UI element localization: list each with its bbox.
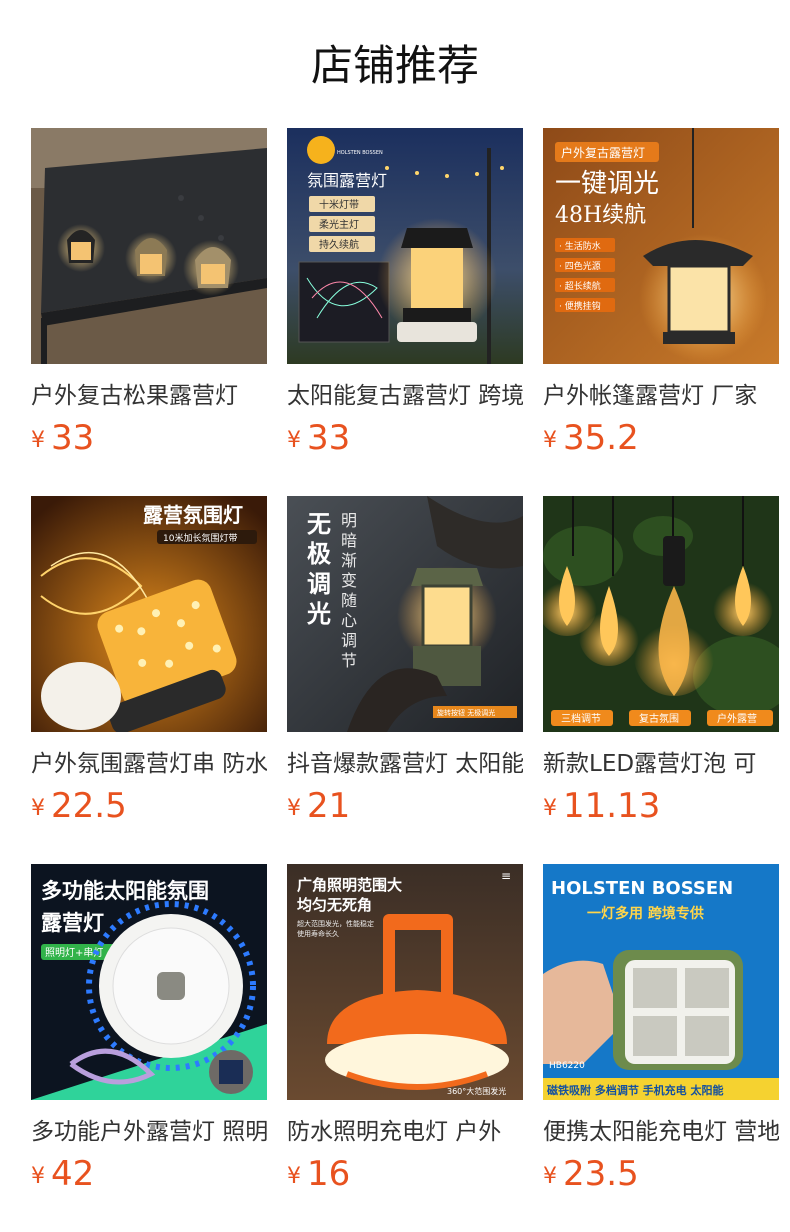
- overlay-text: · 超长续航: [559, 280, 601, 292]
- product-name[interactable]: 户外帐篷露营灯 厂家: [543, 380, 779, 412]
- product-name[interactable]: 太阳能复古露营灯 跨境: [287, 380, 523, 412]
- currency-symbol: ¥: [31, 1164, 45, 1189]
- product-card[interactable]: 户外复古露营灯 一键调光 48H续航 · 生活防水 · 四色光源 · 超长续航 …: [543, 128, 779, 464]
- product-card[interactable]: 氛围露营灯 HOLSTEN BOSSEN 十米灯带 柔光主灯 持久续航 太阳能复…: [287, 128, 523, 464]
- product-price: ¥35.2: [543, 418, 639, 458]
- currency-symbol: ¥: [543, 1164, 557, 1189]
- product-price: ¥11.13: [543, 786, 660, 826]
- overlay-text: · 四色光源: [559, 260, 601, 272]
- product-price: ¥16: [287, 1154, 350, 1194]
- price-value: 16: [307, 1154, 351, 1194]
- section-title: 店铺推荐: [310, 41, 479, 90]
- product-card[interactable]: 无极调光 明暗渐变 随心调节 旋转按钮 无极调光 抖音爆款露营灯 太阳能 ¥21: [287, 496, 523, 832]
- product-image[interactable]: HOLSTEN BOSSEN 一灯多用 跨境专供 HB6220 磁铁吸附 多档调…: [543, 864, 779, 1100]
- price-value: 33: [51, 418, 95, 458]
- price-value: 23.5: [563, 1154, 639, 1194]
- product-name[interactable]: 防水照明充电灯 户外: [287, 1116, 523, 1148]
- currency-symbol: ¥: [287, 428, 301, 453]
- product-image[interactable]: 多功能太阳能氛围 露营灯 照明灯+串灯: [31, 864, 267, 1100]
- overlay-text: 氛围露营灯: [307, 171, 387, 190]
- menu-icon: ≡: [501, 869, 511, 883]
- price-value: 22.5: [51, 786, 127, 826]
- svg-text:明: 明: [341, 511, 357, 530]
- currency-symbol: ¥: [287, 1164, 301, 1189]
- svg-text:无: 无: [307, 509, 331, 538]
- overlay-text: 持久续航: [319, 238, 359, 251]
- overlay-text: 磁铁吸附 多档调节 手机充电 太阳能: [547, 1083, 724, 1097]
- svg-text:光: 光: [306, 599, 331, 628]
- product-price: ¥22.5: [31, 786, 127, 826]
- svg-text:调: 调: [307, 569, 331, 598]
- overlay-text: HOLSTEN BOSSEN: [551, 878, 733, 899]
- svg-text:极: 极: [307, 539, 331, 568]
- product-card[interactable]: 广角照明范围大 均匀无死角 超大范围发光，性能稳定 使用寿命长久 ≡ 360°大…: [287, 864, 523, 1200]
- product-image[interactable]: 露营氛围灯 10米加长氛围灯带: [31, 496, 267, 732]
- product-price: ¥23.5: [543, 1154, 639, 1194]
- product-card[interactable]: 多功能太阳能氛围 露营灯 照明灯+串灯 多功能户外露营灯 照明 ¥42: [31, 864, 267, 1200]
- product-card[interactable]: HOLSTEN BOSSEN 一灯多用 跨境专供 HB6220 磁铁吸附 多档调…: [543, 864, 779, 1200]
- product-name[interactable]: 便携太阳能充电灯 营地: [543, 1116, 779, 1148]
- product-price: ¥33: [287, 418, 350, 458]
- currency-symbol: ¥: [287, 796, 301, 821]
- svg-text:心: 心: [341, 611, 357, 630]
- currency-symbol: ¥: [543, 428, 557, 453]
- overlay-text: 360°大范围发光: [447, 1086, 506, 1096]
- overlay-text: 10米加长氛围灯带: [163, 532, 237, 544]
- overlay-text: 旋转按钮 无极调光: [437, 708, 495, 717]
- product-image[interactable]: [31, 128, 267, 364]
- product-name[interactable]: 多功能户外露营灯 照明: [31, 1116, 267, 1148]
- product-image[interactable]: 无极调光 明暗渐变 随心调节 旋转按钮 无极调光: [287, 496, 523, 732]
- overlay-text: 十米灯带: [319, 198, 359, 211]
- overlay-text: HB6220: [549, 1061, 585, 1071]
- svg-text:节: 节: [341, 651, 357, 670]
- svg-text:随: 随: [341, 591, 357, 610]
- product-name[interactable]: 抖音爆款露营灯 太阳能: [287, 748, 523, 780]
- overlay-text: 明暗渐变 随心调节: [341, 511, 357, 670]
- price-value: 35.2: [563, 418, 639, 458]
- product-price: ¥21: [287, 786, 350, 826]
- product-image[interactable]: 户外复古露营灯 一键调光 48H续航 · 生活防水 · 四色光源 · 超长续航 …: [543, 128, 779, 364]
- overlay-text: · 生活防水: [559, 240, 601, 252]
- overlay-text: 户外露营: [717, 712, 757, 725]
- product-image[interactable]: 三档调节 复古氛围 户外露营: [543, 496, 779, 732]
- overlay-text: 复古氛围: [639, 712, 679, 725]
- overlay-text: 多功能太阳能氛围: [41, 879, 209, 903]
- overlay-text: 使用寿命长久: [297, 929, 339, 938]
- overlay-text: 柔光主灯: [319, 218, 359, 231]
- product-name[interactable]: 户外氛围露营灯串 防水: [31, 748, 267, 780]
- svg-text:暗: 暗: [341, 531, 357, 550]
- currency-symbol: ¥: [543, 796, 557, 821]
- product-name[interactable]: 新款LED露营灯泡 可: [543, 748, 779, 780]
- overlay-text: 均匀无死角: [297, 896, 372, 914]
- product-image[interactable]: 氛围露营灯 HOLSTEN BOSSEN 十米灯带 柔光主灯 持久续航: [287, 128, 523, 364]
- product-card[interactable]: 露营氛围灯 10米加长氛围灯带 户外氛围露营灯串 防水 ¥22.5: [31, 496, 267, 832]
- product-card[interactable]: 三档调节 复古氛围 户外露营 新款LED露营灯泡 可 ¥11.13: [543, 496, 779, 832]
- price-value: 11.13: [563, 786, 661, 826]
- price-value: 33: [307, 418, 351, 458]
- product-name[interactable]: 户外复古松果露营灯: [31, 380, 267, 412]
- overlay-text: 露营灯: [41, 911, 104, 935]
- overlay-text: 三档调节: [561, 712, 601, 725]
- overlay-text: HOLSTEN BOSSEN: [337, 150, 383, 156]
- overlay-text: 广角照明范围大: [297, 876, 402, 894]
- overlay-text: 48H续航: [555, 203, 646, 228]
- product-price: ¥42: [31, 1154, 94, 1194]
- svg-text:调: 调: [341, 631, 357, 650]
- product-card[interactable]: 户外复古松果露营灯 ¥33: [31, 128, 267, 464]
- product-price: ¥33: [31, 418, 94, 458]
- overlay-text: 一键调光: [555, 169, 659, 199]
- currency-symbol: ¥: [31, 796, 45, 821]
- overlay-text: 一灯多用 跨境专供: [587, 905, 704, 922]
- overlay-text: 露营氛围灯: [143, 503, 243, 527]
- product-image[interactable]: 广角照明范围大 均匀无死角 超大范围发光，性能稳定 使用寿命长久 ≡ 360°大…: [287, 864, 523, 1100]
- overlay-text: · 便携挂钩: [559, 300, 601, 312]
- overlay-text: 户外复古露营灯: [561, 145, 645, 160]
- svg-text:渐: 渐: [341, 551, 357, 570]
- overlay-text: 超大范围发光，性能稳定: [297, 919, 374, 928]
- overlay-text: 无极调光: [306, 509, 331, 628]
- currency-symbol: ¥: [31, 428, 45, 453]
- svg-text:变: 变: [341, 571, 357, 590]
- price-value: 42: [51, 1154, 95, 1194]
- price-value: 21: [307, 786, 351, 826]
